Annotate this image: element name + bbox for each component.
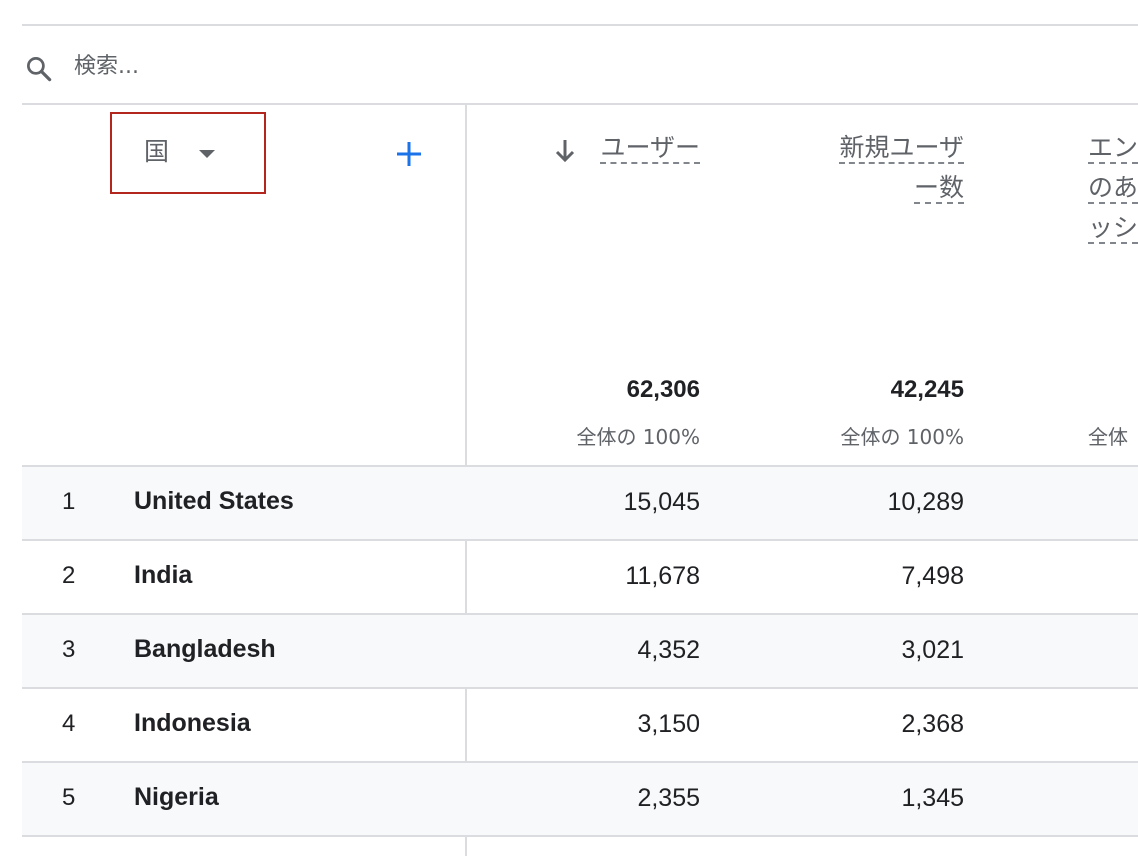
search-icon [27, 57, 52, 82]
metric-header-users-label[interactable]: ユーザー [600, 133, 700, 164]
row-new-users: 7,498 [901, 562, 964, 590]
row-new-users: 3,021 [901, 636, 964, 664]
row-country[interactable]: Indonesia [134, 709, 251, 738]
metric-header-engaged-line2[interactable]: のあ [1088, 173, 1138, 204]
row-country[interactable]: Nigeria [134, 783, 219, 812]
dimension-selector-highlight[interactable] [110, 112, 266, 194]
share-engaged-sessions: 全体 [1088, 425, 1128, 449]
row-rank: 1 [62, 488, 76, 515]
table-row[interactable]: 2 India 11,678 7,498 [22, 541, 1138, 613]
metric-header-engaged-line3[interactable]: ッシ [1088, 213, 1138, 244]
row-users: 3,150 [637, 710, 700, 738]
row-new-users: 10,289 [887, 488, 964, 516]
table-row[interactable]: 4 Indonesia 3,150 2,368 [22, 689, 1138, 761]
row-rank: 4 [62, 710, 76, 737]
row-divider [22, 835, 1138, 837]
share-new-users: 全体の 100% [840, 425, 964, 449]
row-users: 11,678 [625, 562, 700, 590]
metric-header-new-users[interactable]: 新規ユーザ ー数 [839, 128, 964, 208]
metric-header-users[interactable]: ユーザー [600, 128, 700, 168]
dimension-selector-label[interactable]: 国 [144, 136, 169, 168]
table-row[interactable]: 5 Nigeria 2,355 1,345 [22, 763, 1138, 835]
top-divider [22, 24, 1138, 26]
table-row[interactable]: 1 United States 15,045 10,289 [22, 467, 1138, 539]
chevron-down-icon[interactable] [199, 150, 215, 158]
metric-header-new-users-line1[interactable]: 新規ユーザ [839, 133, 964, 164]
search-input[interactable] [74, 48, 574, 84]
row-country[interactable]: United States [134, 487, 294, 516]
row-country[interactable]: Bangladesh [134, 635, 276, 664]
total-users: 62,306 [626, 376, 700, 403]
share-users: 全体の 100% [576, 425, 700, 449]
row-rank: 2 [62, 562, 76, 589]
row-country[interactable]: India [134, 561, 192, 590]
metric-header-engaged-line1[interactable]: エン [1088, 133, 1138, 164]
row-rank: 5 [62, 784, 76, 811]
row-users: 15,045 [623, 488, 700, 516]
row-rank: 3 [62, 636, 76, 663]
plus-icon[interactable] [396, 141, 422, 167]
table-row[interactable]: 3 Bangladesh 4,352 3,021 [22, 615, 1138, 687]
metric-header-new-users-line2[interactable]: ー数 [913, 173, 964, 204]
row-new-users: 1,345 [901, 784, 964, 812]
row-new-users: 2,368 [901, 710, 964, 738]
total-new-users: 42,245 [890, 376, 964, 403]
row-users: 4,352 [637, 636, 700, 664]
row-users: 2,355 [637, 784, 700, 812]
header-divider [22, 103, 1138, 105]
metric-header-engaged-sessions[interactable]: エン のあ ッシ [1088, 128, 1138, 248]
arrow-down-icon[interactable] [554, 138, 576, 164]
